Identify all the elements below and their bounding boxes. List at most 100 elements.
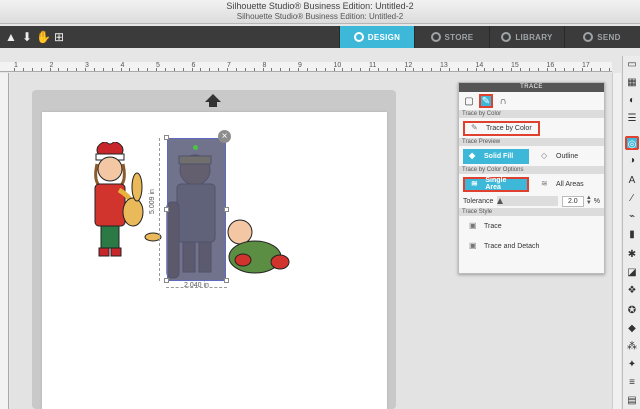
page-setup-icon[interactable]: ▭ [625,58,639,72]
ruler-tick [608,68,610,71]
modify-icon[interactable]: ❖ [625,284,639,298]
ruler-tick [306,68,308,71]
tab-library[interactable]: LIBRARY [489,26,564,48]
ruler-tick [76,68,78,71]
ruler-tick [49,68,51,71]
selection-box[interactable] [167,138,226,281]
resize-handle-mr[interactable] [224,207,229,212]
ruler-tick [138,68,140,71]
all-areas-button[interactable]: ≋ All Areas [535,177,590,192]
tolerance-slider-thumb[interactable] [497,198,504,204]
ruler-tick [369,68,370,71]
tolerance-slider[interactable] [497,196,558,206]
text-to-path-icon[interactable]: ∕ [625,192,639,206]
ruler-tick [537,68,539,71]
window-subtitle: Silhouette Studio® Business Edition: Unt… [236,12,404,21]
tab-send[interactable]: SEND [564,26,639,48]
trace-by-color-button[interactable]: ✎ Trace by Color [463,120,540,136]
library-icon[interactable]: ◆ [625,322,639,336]
ruler-tick [218,68,220,71]
replicate-icon[interactable]: ◪ [625,266,639,280]
trace-detach-icon: ▣ [469,241,477,250]
outline-button[interactable]: ◇ Outline [535,149,584,164]
download-icon[interactable]: ⬇ [20,30,34,44]
ruler-tick [22,68,24,71]
ruler-tick [573,68,575,71]
rhinestone-icon[interactable]: ⁂ [625,340,639,354]
transform-icon[interactable]: ✱ [625,248,639,262]
ruler-tick [484,68,486,71]
ruler-tick [173,68,175,71]
fish-outline-icon: ◇ [541,151,548,160]
solid-fill-label: Solid Fill [484,152,514,160]
ruler-tick [289,68,291,71]
resize-handle-tl[interactable] [164,135,169,140]
zoom-fit-icon[interactable]: ⊞ [52,30,66,44]
tolerance-label: Tolerance [463,197,494,205]
pointer-icon[interactable]: ▲ [4,30,18,44]
layers-icon[interactable]: ▤ [625,394,639,408]
ruler-tick [528,68,530,71]
ruler-tick [67,68,69,71]
nesting-icon[interactable]: ✦ [625,358,639,372]
close-icon[interactable]: × [218,130,231,143]
ruler-tick [14,68,15,71]
sketch-icon[interactable]: ⌁ [625,210,639,224]
offset-icon[interactable]: ✪ [625,304,639,318]
tab-store[interactable]: STORE [414,26,489,48]
fish-solid-icon: ◆ [469,151,476,160]
ruler-tick [156,68,157,71]
feed-arrow-stem [209,102,217,107]
eyedropper-icon: ✎ [471,123,478,132]
trace-panel-icon[interactable]: ◎ [625,136,639,150]
trace-label: Trace [484,222,502,230]
section-trace-preview: Trace Preview [459,138,604,146]
ruler-tick [298,68,299,71]
fill-color-icon[interactable]: ◐ [625,94,639,108]
align-icon[interactable]: ▮ [625,228,639,242]
tolerance-stepper[interactable]: ▲ ▼ [586,195,592,206]
ruler-tick [440,68,441,71]
transparency-icon[interactable]: ◑ [625,154,639,168]
trace-button[interactable]: ▣ Trace [463,219,508,234]
ruler-tick [111,68,113,71]
line-style-icon[interactable]: ☰ [625,112,639,126]
rotate-handle[interactable] [193,145,198,150]
height-dimension: 5.009 in [149,138,164,281]
section-trace-style: Trace Style [459,208,604,216]
ruler-tick [129,68,131,71]
ruler-tick [377,68,379,71]
ruler-tick [147,68,149,71]
tab-send-label: SEND [597,32,621,42]
ruler-tick [58,68,60,71]
ruler-number: 11 [369,62,377,69]
hand-icon[interactable]: ✋ [36,30,51,44]
pixscan-icon[interactable]: ▦ [625,76,639,90]
trace-area-icon[interactable]: ▢ [462,94,476,108]
resize-handle-ml[interactable] [164,207,169,212]
ruler-tick [413,68,415,71]
tolerance-unit: % [593,197,600,205]
ruler-tick [395,68,397,71]
ruler-top: 1 2 3 4 5 6 7 8 9 10 11 12 13 14 15 16 17 [0,62,612,72]
solid-fill-button[interactable]: ◆ Solid Fill [463,148,529,164]
tab-design-label: DESIGN [367,32,401,42]
ruler-tick [386,68,388,71]
tab-design[interactable]: DESIGN [339,26,414,48]
ruler-tick [31,68,33,71]
knife-icon[interactable]: ≡ [625,376,639,390]
trace-by-color-tab-icon[interactable]: ✎ [479,94,493,108]
ruler-tick [182,68,184,71]
single-area-button[interactable]: ≋ Single Area [463,176,529,192]
vertical-scrollbar[interactable] [612,73,621,409]
window-title: Silhouette Studio® Business Edition: Unt… [226,1,414,11]
ruler-number: 10 [333,62,342,69]
text-style-icon[interactable]: A [625,174,639,188]
trace-detach-button[interactable]: ▣ Trace and Detach [463,239,545,254]
ruler-tick [422,68,424,71]
tolerance-input[interactable]: 2.0 [561,195,584,207]
magnet-icon[interactable]: ∩ [496,94,510,108]
ruler-tick [457,68,459,71]
all-areas-label: All Areas [556,180,584,188]
ruler-tick [511,68,512,71]
